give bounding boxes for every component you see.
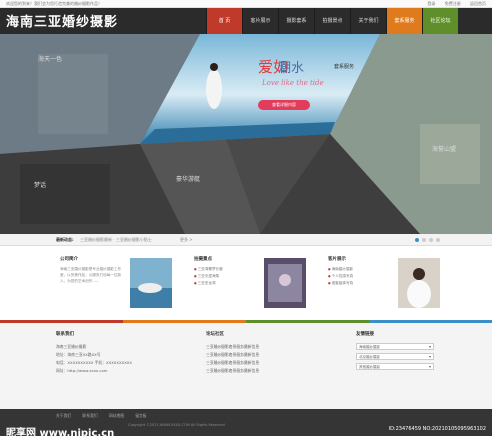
- card-body: 海南三亚婚纱摄影是专业婚纱摄影工作室，以完美作品，以服务打动每一位新人，为您的艺…: [60, 267, 122, 283]
- contact-line: 网址：http://www.xxxx.com: [56, 368, 108, 373]
- hero-subtitle: 套系服务: [334, 64, 355, 70]
- footer: 联系我们 海南三亚婚纱摄影 地址：海南三亚XX路XX号 电话：XXXXXXXXX…: [0, 323, 492, 409]
- friend-link-select[interactable]: 北京婚纱摄影: [356, 353, 434, 360]
- slider-dots: [415, 238, 440, 242]
- home-link[interactable]: 返回首页: [470, 1, 486, 6]
- nav-about[interactable]: 关于我们: [350, 8, 386, 34]
- news-more-link[interactable]: 更多 >: [180, 234, 193, 246]
- hero-caption-3: 豪华游艇: [176, 176, 201, 183]
- list-item[interactable]: 个人性感写真: [328, 273, 354, 280]
- slider-dot[interactable]: [429, 238, 433, 242]
- site-logo[interactable]: 海南三亚婚纱摄影: [6, 11, 118, 30]
- community-link[interactable]: 三亚婚纱摄影套系服务最新信息: [206, 367, 259, 375]
- hero-caption-4: 海誓山盟: [432, 146, 457, 153]
- card-list: 三亚湾椰梦长廊 三亚天涯海角 三亚亚龙湾: [194, 266, 223, 287]
- watermark-left: 昵享网 www.nipic.cn: [6, 428, 115, 439]
- nav-forum[interactable]: 社区论坛: [422, 8, 458, 34]
- hero-script: Love like the tide: [262, 79, 324, 87]
- footer-heading: 联系我们: [56, 332, 74, 337]
- contact-line: 地址：海南三亚XX路XX号: [56, 352, 101, 357]
- community-link[interactable]: 三亚婚纱摄影套系服务最新信息: [206, 343, 259, 351]
- hero-banner: 海天一色 梦话 豪华游艇 海誓山盟 爱如 潮水 套系服务 Love like t…: [0, 34, 492, 234]
- slider-dot[interactable]: [422, 238, 426, 242]
- contact-line: 海南三亚婚纱摄影: [56, 344, 87, 349]
- list-item[interactable]: 三亚湾椰梦长廊: [194, 266, 223, 273]
- footer-friend-links: 友情链接 海南婚纱摄影 北京婚纱摄影 其他婚纱摄影: [356, 331, 434, 373]
- list-item[interactable]: 三亚亚龙湾: [194, 280, 223, 287]
- topbar: 欢迎您的到来！我们会为您打造完美的婚纱摄影作品！ 登录 免费注册 返回首页: [0, 0, 492, 8]
- news-bar: 最新动态: 三亚婚纱摄影最新 · 三亚婚纱摄影小贴士 更多 >: [0, 234, 492, 246]
- bottom-bar: 关于我们 联系我们 网站地图 留言板 Copyright ©2013 WWW.X…: [0, 409, 492, 439]
- bottom-link[interactable]: 留言板: [135, 413, 146, 418]
- watermark-right: ID:23476459 NO:20210105095963102: [388, 426, 486, 432]
- card-list: 海南婚纱摄影 个人性感写真 闺蜜姐妹写真: [328, 266, 354, 287]
- card-title: 公司简介: [60, 257, 78, 262]
- footer-heading: 友情链接: [356, 332, 374, 337]
- news-items[interactable]: 三亚婚纱摄影最新 · 三亚婚纱摄影小贴士: [80, 234, 152, 246]
- footer-heading: 论坛社区: [206, 332, 224, 337]
- hero-collage: [0, 34, 492, 234]
- card-locations: 拍摄景点 三亚湾椰梦长廊 三亚天涯海角 三亚亚龙湾: [190, 252, 310, 314]
- login-link[interactable]: 登录: [427, 1, 435, 6]
- nav-locations[interactable]: 拍摄景点: [314, 8, 350, 34]
- copyright: Copyright ©2013 WWW.XXXX.COM All Rights …: [128, 423, 225, 427]
- bottom-link[interactable]: 关于我们: [56, 413, 71, 418]
- card-company: 公司简介 海南三亚婚纱摄影是专业婚纱摄影工作室，以完美作品，以服务打动每一位新人…: [56, 252, 176, 314]
- community-link[interactable]: 三亚婚纱摄影套系服务最新信息: [206, 359, 259, 367]
- friend-link-select[interactable]: 其他婚纱摄影: [356, 363, 434, 370]
- hero-caption-2: 梦话: [34, 182, 47, 189]
- card-title: 客片展示: [328, 257, 346, 262]
- slider-dot[interactable]: [436, 238, 440, 242]
- nav-packages[interactable]: 摄影套系: [278, 8, 314, 34]
- community-link[interactable]: 三亚婚纱摄影套系服务最新信息: [206, 351, 259, 359]
- nav-gallery[interactable]: 客片展示: [242, 8, 278, 34]
- card-gallery: 客片展示 海南婚纱摄影 个人性感写真 闺蜜姐妹写真: [324, 252, 444, 314]
- card-title: 拍摄景点: [194, 257, 212, 262]
- nav-services[interactable]: 套系服务: [386, 8, 422, 34]
- card-thumbnail[interactable]: [130, 258, 172, 308]
- bottom-link[interactable]: 网站地图: [109, 413, 124, 418]
- info-cards: 公司简介 海南三亚婚纱摄影是专业婚纱摄影工作室，以完美作品，以服务打动每一位新人…: [56, 252, 446, 314]
- bride-figure: [206, 69, 222, 109]
- list-item[interactable]: 闺蜜姐妹写真: [328, 280, 354, 287]
- hero-title-blue: 潮水: [278, 61, 305, 76]
- footer-community: 论坛社区 三亚婚纱摄影套系服务最新信息 三亚婚纱摄影套系服务最新信息 三亚婚纱摄…: [206, 331, 259, 375]
- contact-line: 电话：XXXXXXXXXX 手机：XXXXXXXXXX: [56, 360, 133, 365]
- news-label: 最新动态:: [56, 237, 74, 242]
- list-item[interactable]: 三亚天涯海角: [194, 273, 223, 280]
- card-thumbnail[interactable]: [264, 258, 306, 308]
- header: 海南三亚婚纱摄影 首 页 客片展示 摄影套系 拍摄景点 关于我们 套系服务 社区…: [0, 8, 492, 34]
- slider-dot[interactable]: [415, 238, 419, 242]
- main-nav: 首 页 客片展示 摄影套系 拍摄景点 关于我们 套系服务 社区论坛: [206, 8, 458, 34]
- hero-caption-1: 海天一色: [38, 56, 63, 63]
- footer-contact: 联系我们 海南三亚婚纱摄影 地址：海南三亚XX路XX号 电话：XXXXXXXXX…: [56, 331, 132, 375]
- welcome-text: 欢迎您的到来！我们会为您打造完美的婚纱摄影作品！: [6, 1, 102, 6]
- bottom-links: 关于我们 联系我们 网站地图 留言板: [56, 413, 157, 419]
- top-links: 登录 免费注册 返回首页: [419, 0, 486, 8]
- register-link[interactable]: 免费注册: [445, 1, 461, 6]
- bottom-link[interactable]: 联系我们: [82, 413, 97, 418]
- card-thumbnail[interactable]: [398, 258, 440, 308]
- list-item[interactable]: 海南婚纱摄影: [328, 266, 354, 273]
- friend-link-select[interactable]: 海南婚纱摄影: [356, 343, 434, 350]
- hero-detail-button[interactable]: 查看详细内容: [258, 100, 310, 110]
- nav-home[interactable]: 首 页: [206, 8, 242, 34]
